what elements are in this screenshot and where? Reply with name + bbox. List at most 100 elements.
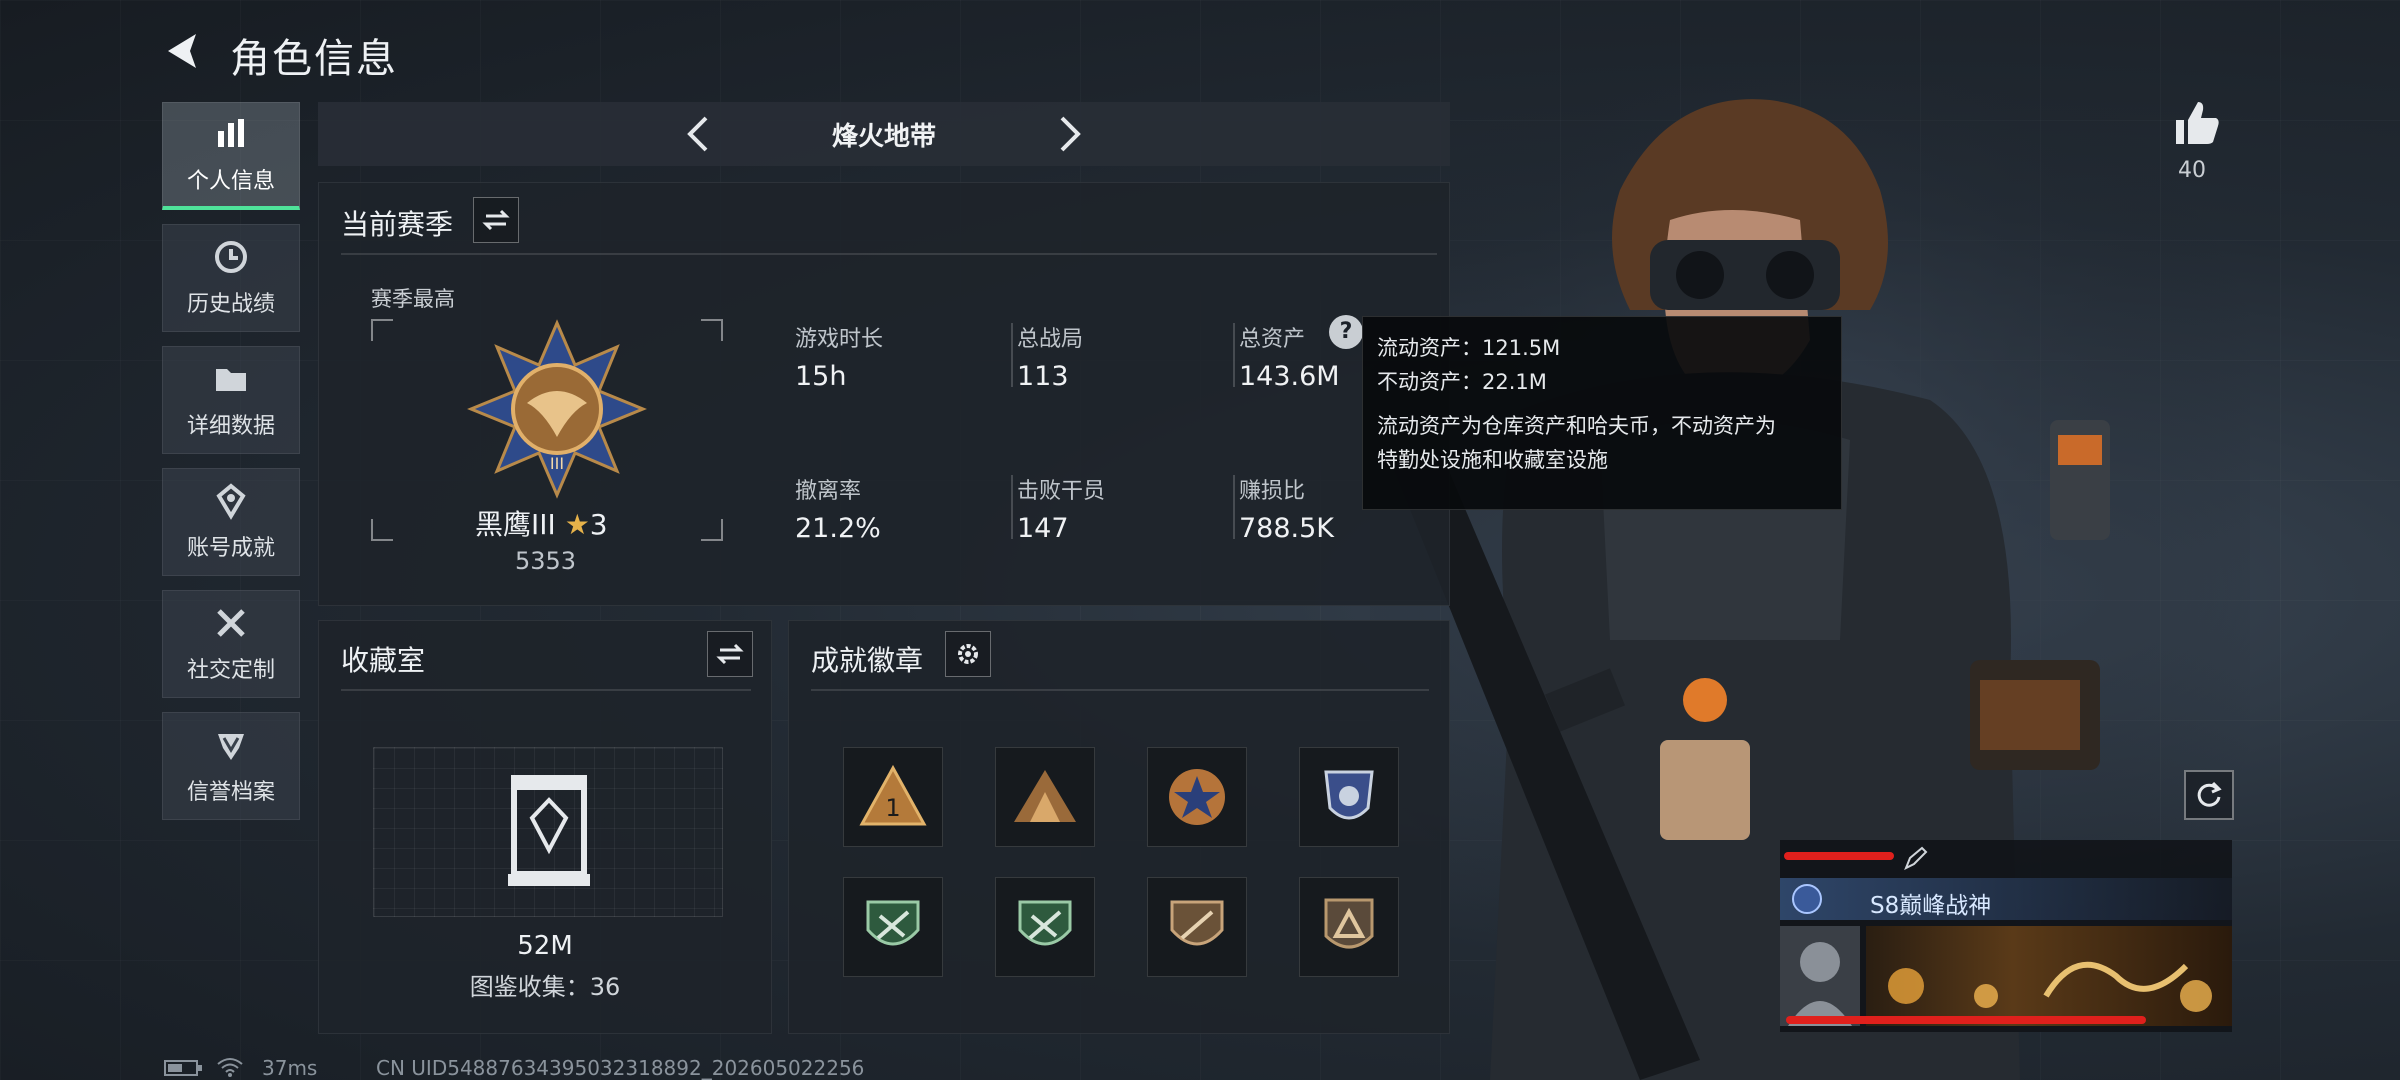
nav-label: 个人信息 [186,168,275,194]
medal-badge-icon [1169,769,1225,825]
shield-icon [218,734,244,760]
tooltip-description-line1: 流动资产为仓库资产和哈夫币，不动资产为 [1377,414,1776,438]
badges-title: 成就徽章 [811,644,924,677]
nav-item-detailed-data[interactable]: 详细数据 [162,346,300,454]
folder-icon [216,369,246,391]
rank-stars: 3 [589,508,608,541]
nav-item-personal-info[interactable]: 个人信息 [162,102,300,210]
chevron-right-icon[interactable] [1046,112,1090,156]
stat-label-profit-loss-ratio: 赚损比 [1239,479,1306,504]
uid-text: CN UID5488763439503231889​2_202605022256 [376,1056,865,1080]
mode-selector: 烽火地带 [318,102,1450,166]
title-tag-text: S8巅峰战神 [1870,893,1992,919]
rank-name-text: 黑鹰III [475,508,556,541]
green-shield-badge-icon [866,900,920,946]
badges-panel: 成就徽章 1 [788,620,1450,1034]
title-emblem-icon [1792,884,1822,914]
stat-label-total-assets: 总资产 [1239,327,1306,352]
nav-label: 详细数据 [186,414,275,439]
swap-icon [716,643,744,665]
back-arrow-icon[interactable] [160,28,206,74]
collection-value: 52M [517,931,573,961]
bar-chart-icon [218,118,244,147]
nav-item-social-customize[interactable]: 社交定制 [162,590,300,698]
rotate-button[interactable] [2184,770,2234,820]
season-title: 当前赛季 [341,208,454,241]
nav-item-achievements[interactable]: 账号成就 [162,468,300,576]
police-badge-icon [1324,770,1374,820]
svg-text:III: III [550,454,564,473]
collection-catalog: 图鉴收集：36 [469,973,621,1001]
help-icon[interactable]: ? [1329,315,1363,349]
like-count: 40 [2178,158,2206,183]
svg-text:1: 1 [885,794,900,822]
redacted-uid-mark [1786,1016,2146,1024]
badge-slot[interactable] [1147,747,1247,847]
tooltip-fixed-assets: 不动资产：22.1M [1377,370,1547,394]
badge-slot[interactable] [1299,877,1399,977]
badge-slot[interactable]: 1 [843,747,943,847]
stat-separator [1233,475,1235,539]
rank-emblem-icon: III [467,319,647,499]
nav-item-match-history[interactable]: 历史战绩 [162,224,300,332]
stat-separator [1011,323,1013,387]
title-tag-bar: S8巅峰战神 [1780,878,2232,920]
stat-separator [1011,475,1013,539]
stat-label-extraction-rate: 撤离率 [795,479,862,504]
swap-icon [482,209,510,231]
player-avatar [1780,926,1860,1026]
stat-label-operators-killed: 击败干员 [1017,479,1106,504]
display-case-icon [508,775,590,886]
nav-label: 账号成就 [186,536,275,561]
gear-icon [958,644,978,664]
stat-value-total-assets: 143.6M [1239,361,1340,392]
stat-label-total-matches: 总战局 [1017,327,1084,352]
panel-divider [341,689,751,691]
collection-panel[interactable]: 收藏室 52M 图鉴收集：36 [318,620,772,1034]
collection-switch-button[interactable] [707,631,753,677]
thumbs-up-icon[interactable] [2170,96,2224,150]
page-title: 角色信息 [230,36,398,82]
badge-slot[interactable] [995,747,1095,847]
achievement-icon [216,483,246,520]
triangle-badge-icon: 1 [859,764,927,826]
flame-banner-icon [1888,961,2212,1012]
redacted-name-mark [1784,852,1894,860]
badges-settings-button[interactable] [945,631,991,677]
season-best-label: 赛季最高 [371,287,455,311]
refresh-icon [2197,781,2222,807]
player-card[interactable]: S8巅峰战神 [1780,840,2232,1032]
stat-value-total-matches: 113 [1017,361,1069,392]
badge-slot[interactable] [843,877,943,977]
edit-icon[interactable] [1900,844,1930,874]
mode-title: 烽火地带 [831,122,936,152]
collection-title: 收藏室 [341,644,426,677]
stat-separator [1233,323,1235,387]
badge-slot[interactable] [1299,747,1399,847]
panel-divider [341,253,1437,255]
wifi-icon [217,1058,243,1077]
tooltip-liquid-assets: 流动资产：121.5M [1377,336,1561,360]
clock-icon [215,241,247,273]
ping-text: 37ms [262,1056,318,1080]
rank-name: 黑鹰III ★3 [475,503,608,543]
badge-slot[interactable] [1147,877,1247,977]
stat-value-playtime: 15h [795,361,847,392]
green-shield-badge-icon [1018,900,1072,946]
stat-value-profit-loss-ratio: 788.5K [1239,513,1335,544]
nav-label: 历史战绩 [186,292,275,317]
bronze-shield-badge-icon [1170,900,1224,946]
mountain-badge-icon [1014,770,1076,822]
season-switch-button[interactable] [473,197,519,243]
nav-item-credit-file[interactable]: 信誉档案 [162,712,300,820]
battery-icon [164,1060,202,1076]
tooltip-description-line2: 特勤处设施和收藏室设施 [1377,448,1608,472]
badge-slot[interactable] [995,877,1095,977]
stat-value-extraction-rate: 21.2% [795,513,881,544]
rank-score: 5353 [515,547,577,575]
stat-value-operators-killed: 147 [1017,513,1069,544]
season-panel: 当前赛季 赛季最高 III 黑鹰III ★3 5353 游戏时长 15h 总战局… [318,182,1450,606]
collection-preview [373,747,723,917]
avatar-silhouette-icon [1788,942,1852,1026]
tools-icon [217,609,245,637]
